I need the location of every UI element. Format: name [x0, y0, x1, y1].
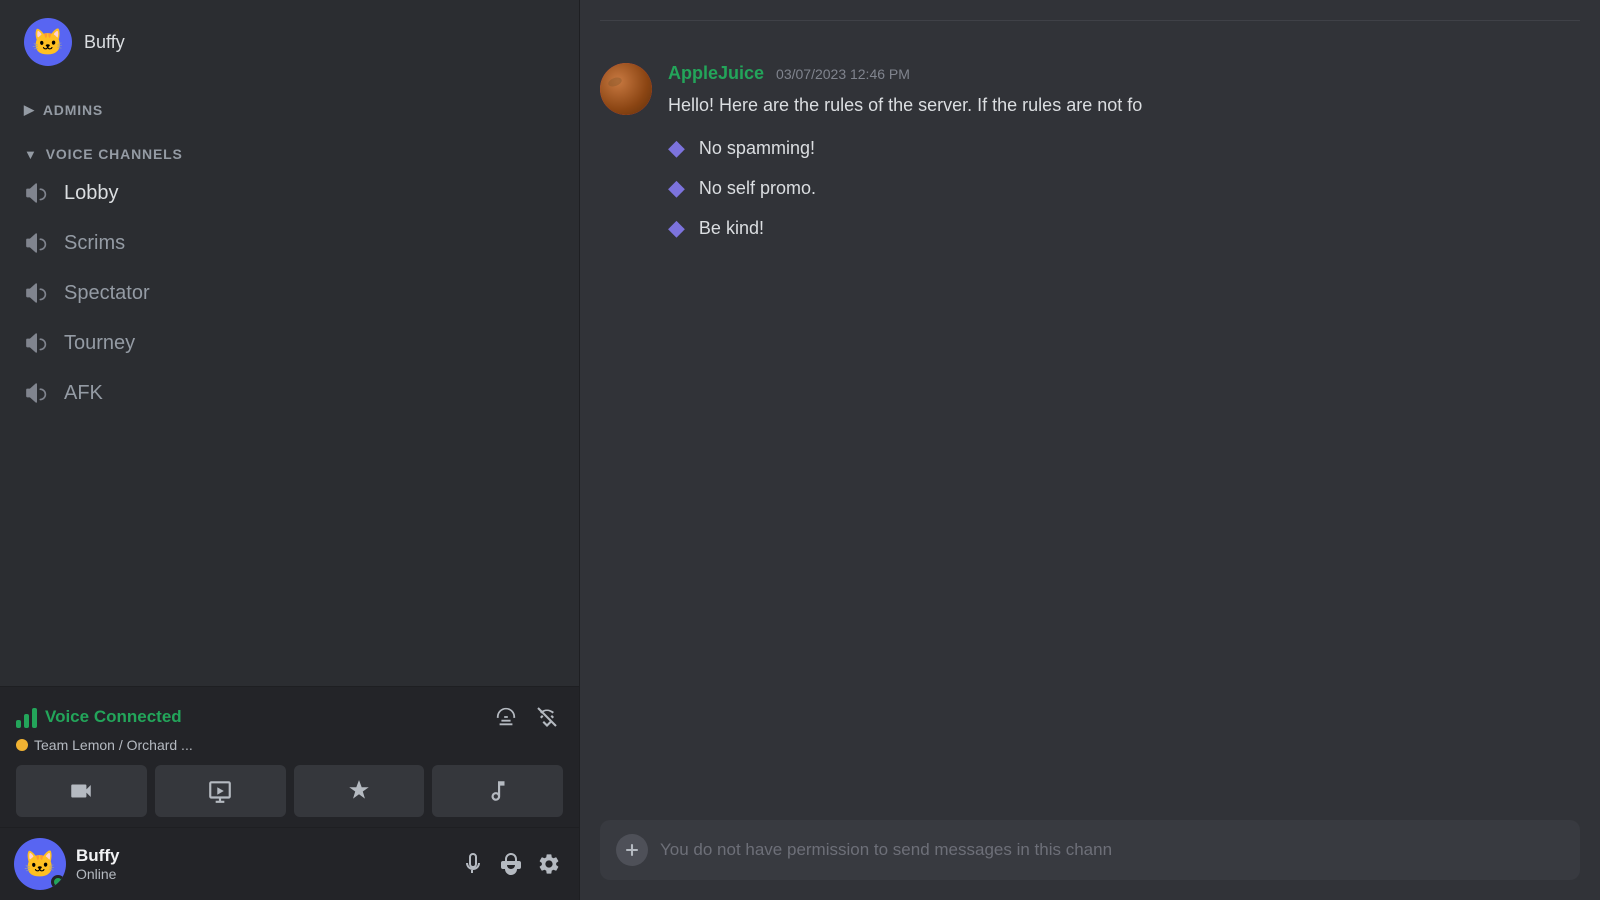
- user-panel: 🐱 Buffy Online: [0, 827, 579, 900]
- voice-controls-row: [16, 765, 563, 817]
- camera-button[interactable]: [16, 765, 147, 817]
- voice-channel-dot: [16, 739, 28, 751]
- message-content: AppleJuice 03/07/2023 12:46 PM Hello! He…: [668, 63, 1580, 255]
- channel-name-scrims: Scrims: [64, 232, 125, 255]
- message-timestamp: 03/07/2023 12:46 PM: [776, 66, 910, 82]
- speaker-icon-lobby: [24, 180, 50, 206]
- rule-2: ◆ No self promo.: [668, 175, 1580, 201]
- deafen-button[interactable]: [495, 848, 527, 880]
- message-group: AppleJuice 03/07/2023 12:46 PM Hello! He…: [580, 51, 1600, 267]
- settings-button[interactable]: [533, 848, 565, 880]
- rule-text-2: No self promo.: [699, 178, 816, 199]
- channel-item-afk[interactable]: AFK: [8, 370, 571, 416]
- activity-button[interactable]: [294, 765, 425, 817]
- channel-item-tourney[interactable]: Tourney: [8, 320, 571, 366]
- chat-input-area: You do not have permission to send messa…: [580, 820, 1600, 900]
- speaker-icon-tourney: [24, 330, 50, 356]
- message-author: AppleJuice: [668, 63, 764, 84]
- username: Buffy: [76, 846, 457, 866]
- channel-item-spectator[interactable]: Spectator: [8, 270, 571, 316]
- applejuice-avatar: [600, 63, 652, 115]
- mute-button[interactable]: [457, 848, 489, 880]
- message-header: AppleJuice 03/07/2023 12:46 PM: [668, 63, 1580, 84]
- voice-channel-subtitle: Team Lemon / Orchard ...: [16, 737, 563, 753]
- voice-bars-icon: [16, 706, 37, 728]
- user-status: Online: [76, 866, 457, 882]
- top-user-name: Buffy: [84, 32, 125, 53]
- channel-item-scrims[interactable]: Scrims: [8, 220, 571, 266]
- screen-share-button[interactable]: [155, 765, 286, 817]
- voice-channels-chevron-icon: ▼: [24, 147, 38, 162]
- voice-connected-panel: Voice Connected Team Lem: [0, 686, 579, 827]
- voice-bar-3: [32, 708, 37, 728]
- status-indicator: [51, 875, 65, 889]
- voice-connected-text: Voice Connected: [45, 707, 182, 727]
- speaker-icon-spectator: [24, 280, 50, 306]
- voice-actions-right: [491, 701, 563, 733]
- voice-channels-label: VOICE CHANNELS: [46, 146, 183, 162]
- main-chat: AppleJuice 03/07/2023 12:46 PM Hello! He…: [580, 0, 1600, 900]
- chat-divider: [600, 20, 1580, 21]
- channel-name-lobby: Lobby: [64, 182, 119, 205]
- channel-name-tourney: Tourney: [64, 332, 135, 355]
- diamond-icon-3: ◆: [668, 215, 685, 241]
- user-panel-info: Buffy Online: [76, 846, 457, 882]
- rule-text-1: No spamming!: [699, 138, 815, 159]
- rule-text-3: Be kind!: [699, 218, 764, 239]
- admins-section-header[interactable]: ▶ ADMINS: [0, 82, 579, 126]
- admins-chevron-icon: ▶: [24, 102, 35, 118]
- speaker-icon-scrims: [24, 230, 50, 256]
- avatar: 🐱: [14, 838, 66, 890]
- diamond-icon-1: ◆: [668, 135, 685, 161]
- voice-disconnect-button[interactable]: [531, 701, 563, 733]
- user-panel-actions: [457, 848, 565, 880]
- voice-channel-list: Lobby Scrims Spectator: [0, 170, 579, 416]
- message-text: Hello! Here are the rules of the server.…: [668, 92, 1580, 119]
- diamond-icon-2: ◆: [668, 175, 685, 201]
- channel-name-afk: AFK: [64, 382, 103, 405]
- channel-item-lobby[interactable]: Lobby: [8, 170, 571, 216]
- voice-channels-section-header[interactable]: ▼ VOICE CHANNELS: [0, 126, 579, 170]
- channel-name-spectator: Spectator: [64, 282, 150, 305]
- voice-bar-1: [16, 720, 21, 728]
- admins-label: ADMINS: [43, 102, 103, 118]
- sidebar-channel-list: 🐱 Buffy ▶ ADMINS ▼ VOICE CHANNELS Lobby: [0, 0, 579, 686]
- rule-3: ◆ Be kind!: [668, 215, 1580, 241]
- voice-connected-title: Voice Connected: [16, 706, 182, 728]
- voice-channel-name: Team Lemon / Orchard ...: [34, 737, 193, 753]
- chat-input-box: You do not have permission to send messa…: [600, 820, 1580, 880]
- rule-1: ◆ No spamming!: [668, 135, 1580, 161]
- sidebar: 🐱 Buffy ▶ ADMINS ▼ VOICE CHANNELS Lobby: [0, 0, 580, 900]
- music-button[interactable]: [432, 765, 563, 817]
- chat-input-placeholder: You do not have permission to send messa…: [660, 840, 1564, 860]
- speaker-icon-afk: [24, 380, 50, 406]
- top-user-row: 🐱 Buffy: [0, 10, 579, 82]
- chat-messages: AppleJuice 03/07/2023 12:46 PM Hello! He…: [580, 0, 1600, 820]
- voice-bar-2: [24, 714, 29, 728]
- voice-connected-header: Voice Connected: [16, 701, 563, 733]
- voice-activity-button[interactable]: [491, 702, 521, 732]
- message-avatar: [600, 63, 652, 115]
- top-user-avatar: 🐱: [24, 18, 72, 66]
- add-message-icon[interactable]: [616, 834, 648, 866]
